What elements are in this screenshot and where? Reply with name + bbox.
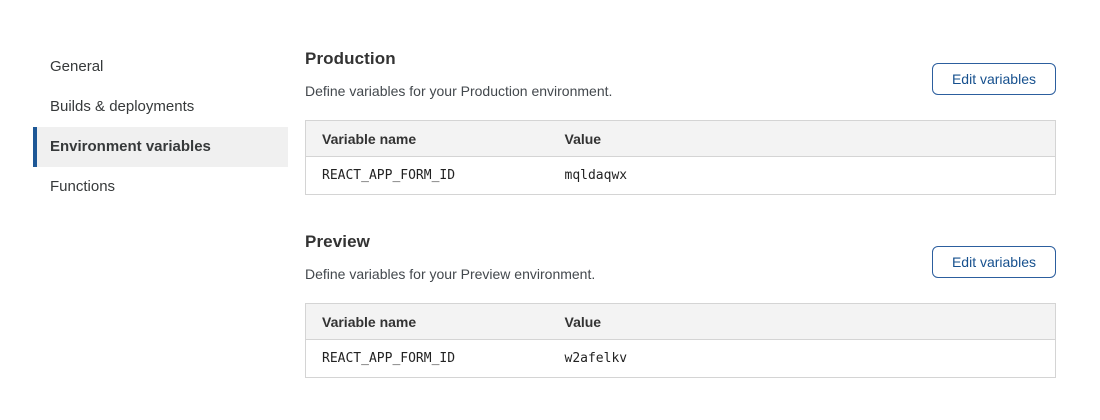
preview-edit-variables-button[interactable]: Edit variables — [932, 246, 1056, 278]
preview-section: Preview Define variables for your Previe… — [305, 232, 1056, 378]
preview-variables-table: Variable name Value REACT_APP_FORM_ID w2… — [305, 303, 1056, 378]
variable-value-cell: mqldaqwx — [549, 157, 1056, 195]
production-variables-table: Variable name Value REACT_APP_FORM_ID mq… — [305, 120, 1056, 195]
column-header-value: Value — [549, 121, 1056, 157]
variable-name-cell: REACT_APP_FORM_ID — [306, 340, 549, 378]
column-header-variable-name: Variable name — [306, 121, 549, 157]
table-header-row: Variable name Value — [306, 121, 1056, 157]
table-row: REACT_APP_FORM_ID w2afelkv — [306, 340, 1056, 378]
variable-value-cell: w2afelkv — [549, 340, 1056, 378]
sidebar-item-general[interactable]: General — [33, 47, 288, 87]
sidebar-item-environment-variables[interactable]: Environment variables — [33, 127, 288, 167]
production-section: Production Define variables for your Pro… — [305, 49, 1056, 195]
settings-sidebar: General Builds & deployments Environment… — [33, 47, 288, 207]
table-header-row: Variable name Value — [306, 304, 1056, 340]
column-header-value: Value — [549, 304, 1056, 340]
main-content: Production Define variables for your Pro… — [305, 0, 1056, 378]
sidebar-item-builds-deployments[interactable]: Builds & deployments — [33, 87, 288, 127]
column-header-variable-name: Variable name — [306, 304, 549, 340]
production-edit-variables-button[interactable]: Edit variables — [932, 63, 1056, 95]
table-row: REACT_APP_FORM_ID mqldaqwx — [306, 157, 1056, 195]
variable-name-cell: REACT_APP_FORM_ID — [306, 157, 549, 195]
sidebar-item-functions[interactable]: Functions — [33, 167, 288, 207]
